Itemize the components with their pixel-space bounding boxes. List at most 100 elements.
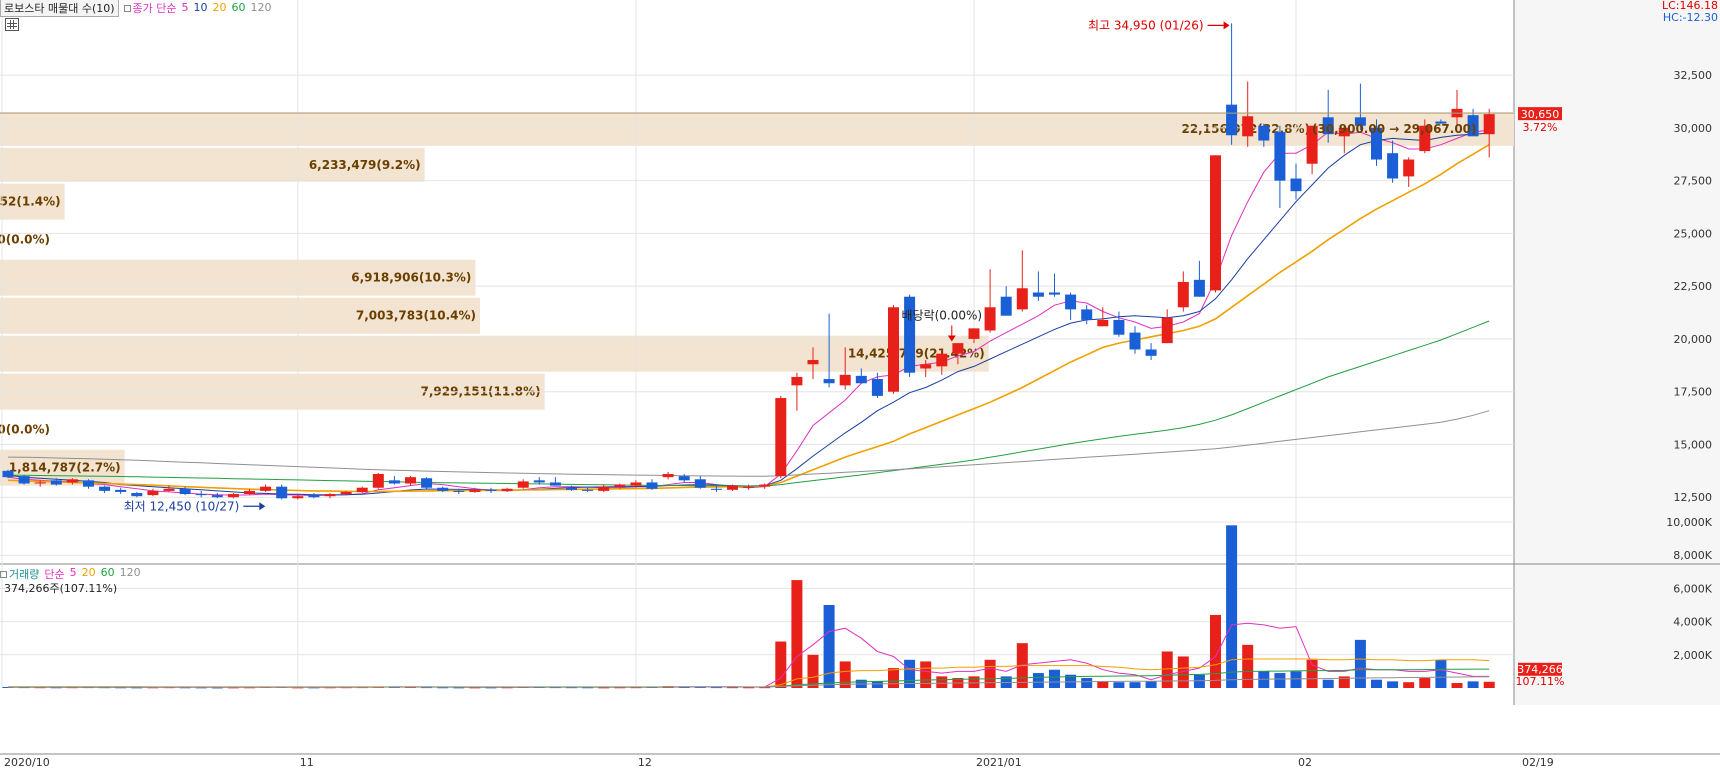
candle — [743, 484, 755, 490]
candle — [775, 395, 787, 479]
candle-body — [582, 489, 594, 491]
candle-body — [388, 480, 400, 484]
volume-bar — [1322, 679, 1334, 688]
candle-body — [1226, 104, 1238, 136]
volume-bar — [1387, 681, 1399, 688]
candle-body — [372, 474, 384, 488]
x-tick-label: 12 — [638, 756, 652, 769]
volume-bar — [920, 661, 932, 688]
candle — [904, 294, 916, 377]
candle — [646, 479, 658, 490]
volume-bar — [1451, 683, 1463, 688]
candle-body — [308, 495, 320, 498]
y-tick-label: 25,000 — [1674, 227, 1713, 240]
candle-body — [775, 398, 787, 477]
bottom-blank — [0, 705, 1720, 775]
candle-body — [34, 482, 46, 484]
volume-bar — [823, 605, 835, 688]
volume-bar — [1290, 671, 1302, 688]
ma-period-5: 5 — [181, 1, 189, 14]
volume-info: 374,266주(107.11%) — [4, 582, 118, 595]
volume-bar — [1371, 679, 1382, 688]
candle — [1177, 271, 1189, 312]
candle — [2, 469, 14, 479]
candle-body — [791, 376, 803, 386]
ma-period-120: 120 — [250, 1, 272, 14]
y-tick-label: 32,500 — [1674, 69, 1713, 82]
profile-label: 6,233,479(9.2%) — [309, 158, 421, 172]
candle-body — [276, 486, 288, 499]
high-arrow-head — [1223, 21, 1230, 30]
candle — [179, 486, 191, 496]
candle — [1387, 140, 1399, 183]
candle — [372, 472, 384, 489]
candle-body — [1274, 132, 1286, 181]
volume-bar — [1129, 682, 1141, 688]
candle-body — [1161, 317, 1173, 344]
candle — [1000, 286, 1012, 316]
volume-bar — [1097, 681, 1109, 688]
table-icon[interactable] — [5, 18, 19, 31]
ma-period-20: 20 — [212, 1, 227, 14]
volume-y-tick-label: 10,000K — [1666, 516, 1712, 529]
candle — [598, 484, 610, 492]
candle-body — [630, 482, 642, 486]
candle — [1226, 23, 1238, 145]
candle-body — [533, 480, 545, 483]
candle-body — [453, 490, 465, 492]
ma-label: 종가 단순 — [132, 1, 177, 15]
candle — [388, 476, 400, 485]
chart-area: 22,156,972(32.8%)6,233,479(9.2%)974,952(… — [0, 0, 1720, 775]
candle-body — [1242, 116, 1254, 137]
y-tick-label: 20,000 — [1674, 333, 1713, 346]
candle — [1145, 343, 1157, 361]
volume-bar — [1403, 682, 1415, 688]
chart-svg: 22,156,972(32.8%)6,233,479(9.2%)974,952(… — [0, 0, 1720, 775]
y-tick-label: 27,500 — [1674, 175, 1713, 188]
volume-bar — [968, 676, 980, 688]
chart-title[interactable]: 로보스타 매물대 수(10) — [0, 0, 119, 17]
candle — [260, 484, 272, 492]
candle-body — [501, 488, 513, 491]
candle-body — [549, 482, 561, 486]
low-arrow-head — [259, 502, 266, 511]
profile-label: 0(0.0%) — [0, 233, 50, 247]
candle-body — [227, 494, 239, 498]
candle — [83, 479, 94, 489]
volume-bar — [775, 641, 787, 688]
candle — [1016, 250, 1028, 312]
candle-body — [678, 476, 690, 481]
candle — [1274, 125, 1286, 209]
ma-period-10: 10 — [193, 1, 208, 14]
volume-ma-120: 120 — [119, 566, 141, 579]
profile-band — [0, 335, 989, 372]
candle — [501, 487, 513, 492]
candle — [1210, 155, 1221, 293]
candle — [888, 305, 899, 394]
candle-body — [839, 374, 851, 386]
volume-profile: 22,156,972(32.8%)6,233,479(9.2%)974,952(… — [0, 111, 1514, 486]
candle-body — [131, 493, 143, 497]
candle-body — [984, 307, 996, 331]
volume-bar — [871, 681, 883, 688]
candle — [662, 471, 674, 480]
candle — [1483, 108, 1495, 158]
candle — [1049, 273, 1060, 297]
candle-body — [260, 486, 272, 491]
candle-body — [952, 343, 964, 354]
candle-body — [437, 487, 449, 491]
volume-bar — [1145, 681, 1157, 688]
candle — [1065, 292, 1077, 320]
current-change-label: 3.72% — [1523, 121, 1558, 134]
x-tick-label: 02/19 — [1522, 756, 1554, 769]
volume-y-tick-label: 4,000K — [1673, 616, 1712, 629]
candle-body — [823, 379, 835, 384]
candle-body — [469, 489, 481, 492]
ma-line-120 — [7, 410, 1490, 477]
candle-body — [356, 487, 368, 492]
candle — [131, 491, 143, 498]
candle-body — [292, 496, 304, 499]
volume-bar — [1049, 669, 1060, 688]
candle-body — [1290, 178, 1302, 192]
candle-body — [1129, 332, 1141, 350]
